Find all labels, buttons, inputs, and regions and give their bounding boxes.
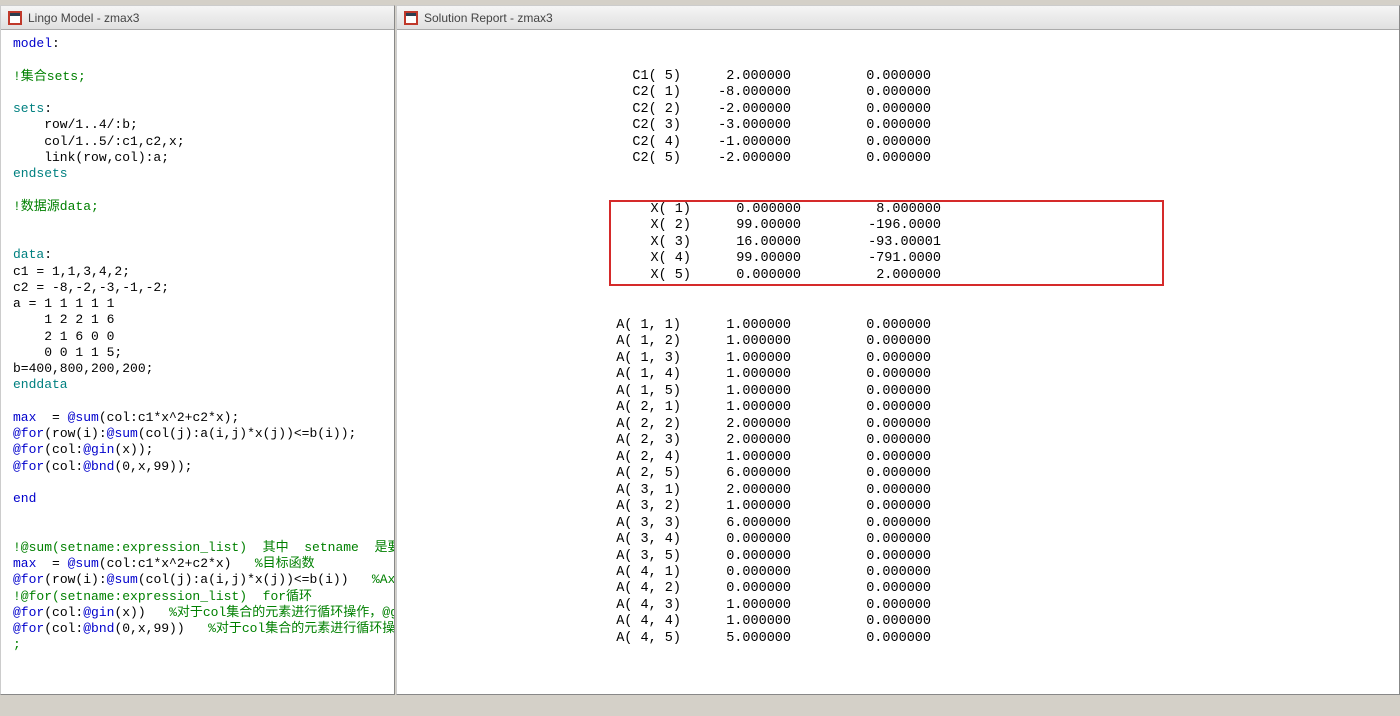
report-row: C1( 5)2.0000000.000000 — [409, 69, 1387, 85]
code-b: b=400,800,200,200; — [13, 361, 153, 376]
report-row-highlighted: X( 2)99.00000-196.0000 — [611, 218, 1162, 234]
code-a2: 1 2 2 1 6 — [13, 312, 114, 327]
report-row: A( 4, 3)1.0000000.000000 — [409, 598, 1387, 614]
fn-for: @for — [13, 426, 44, 441]
window-title-right: Solution Report - zmax3 — [424, 11, 553, 25]
report-row: A( 2, 4)1.0000000.000000 — [409, 450, 1387, 466]
report-row: A( 3, 4)0.0000000.000000 — [409, 532, 1387, 548]
code-link: link(row,col):a; — [13, 150, 169, 165]
report-row: A( 4, 1)0.0000000.000000 — [409, 565, 1387, 581]
lingo-model-window: Lingo Model - zmax3 model: !集合sets; sets… — [0, 5, 395, 695]
report-a-section: A( 1, 1)1.0000000.000000A( 1, 2)1.000000… — [409, 318, 1387, 647]
report-row: C2( 1)-8.0000000.000000 — [409, 85, 1387, 101]
report-content[interactable]: C1( 5)2.0000000.000000C2( 1)-8.0000000.0… — [397, 30, 1399, 694]
report-row: A( 3, 3)6.0000000.000000 — [409, 516, 1387, 532]
app-icon — [7, 10, 23, 26]
code-c1: c1 = 1,1,3,4,2; — [13, 264, 130, 279]
report-row: A( 4, 5)5.0000000.000000 — [409, 631, 1387, 647]
comment-sets: !集合sets; — [13, 69, 86, 84]
kw-enddata: enddata — [13, 377, 68, 392]
report-row: A( 3, 2)1.0000000.000000 — [409, 499, 1387, 515]
kw-endsets: endsets — [13, 166, 68, 181]
code-a4: 0 0 1 1 5; — [13, 345, 122, 360]
cmt1: !@sum(setname:expression_list) 其中 setnam… — [13, 540, 394, 555]
report-row-highlighted: X( 5)0.0000002.000000 — [611, 268, 1162, 284]
report-row: C2( 4)-1.0000000.000000 — [409, 135, 1387, 151]
code-c2: c2 = -8,-2,-3,-1,-2; — [13, 280, 169, 295]
report-row-highlighted: X( 3)16.00000-93.00001 — [611, 235, 1162, 251]
comment-data: !数据源data; — [13, 199, 99, 214]
report-row: A( 2, 2)2.0000000.000000 — [409, 417, 1387, 433]
cmt4: !@for(setname:expression_list) for循环 — [13, 589, 312, 604]
report-row-highlighted: X( 4)99.00000-791.0000 — [611, 251, 1162, 267]
kw-end: end — [13, 491, 36, 506]
report-row-highlighted: X( 1)0.0000008.000000 — [611, 202, 1162, 218]
code-a1: a = 1 1 1 1 1 — [13, 296, 114, 311]
fn-sum: @sum — [68, 410, 99, 425]
highlight-x-vars: X( 1)0.0000008.000000X( 2)99.00000-196.0… — [609, 200, 1164, 286]
report-row: C2( 5)-2.0000000.000000 — [409, 151, 1387, 167]
report-row: A( 4, 2)0.0000000.000000 — [409, 581, 1387, 597]
report-row: C2( 3)-3.0000000.000000 — [409, 118, 1387, 134]
kw-max: max — [13, 410, 36, 425]
kw-model: model — [13, 36, 52, 51]
report-row: A( 1, 4)1.0000000.000000 — [409, 367, 1387, 383]
report-row: A( 2, 5)6.0000000.000000 — [409, 466, 1387, 482]
report-row: A( 1, 3)1.0000000.000000 — [409, 351, 1387, 367]
report-row: A( 3, 1)2.0000000.000000 — [409, 483, 1387, 499]
report-row: C2( 2)-2.0000000.000000 — [409, 102, 1387, 118]
report-row: A( 1, 1)1.0000000.000000 — [409, 318, 1387, 334]
report-row: A( 1, 2)1.0000000.000000 — [409, 334, 1387, 350]
titlebar-left[interactable]: Lingo Model - zmax3 — [1, 6, 394, 30]
report-row: A( 2, 1)1.0000000.000000 — [409, 400, 1387, 416]
app-icon — [403, 10, 419, 26]
window-title-left: Lingo Model - zmax3 — [28, 11, 139, 25]
code-a3: 2 1 6 0 0 — [13, 329, 114, 344]
report-row: A( 4, 4)1.0000000.000000 — [409, 614, 1387, 630]
report-row: A( 2, 3)2.0000000.000000 — [409, 433, 1387, 449]
solution-report-window: Solution Report - zmax3 C1( 5)2.0000000.… — [396, 5, 1400, 695]
report-row: A( 1, 5)1.0000000.000000 — [409, 384, 1387, 400]
kw-data: data — [13, 247, 44, 262]
code-row: row/1..4/:b; — [13, 117, 138, 132]
code-editor[interactable]: model: !集合sets; sets: row/1..4/:b; col/1… — [1, 30, 394, 694]
kw-sets: sets — [13, 101, 44, 116]
titlebar-right[interactable]: Solution Report - zmax3 — [397, 6, 1399, 30]
report-top-section: C1( 5)2.0000000.000000C2( 1)-8.0000000.0… — [409, 69, 1387, 168]
report-row: A( 3, 5)0.0000000.000000 — [409, 549, 1387, 565]
code-col: col/1..5/:c1,c2,x; — [13, 134, 185, 149]
